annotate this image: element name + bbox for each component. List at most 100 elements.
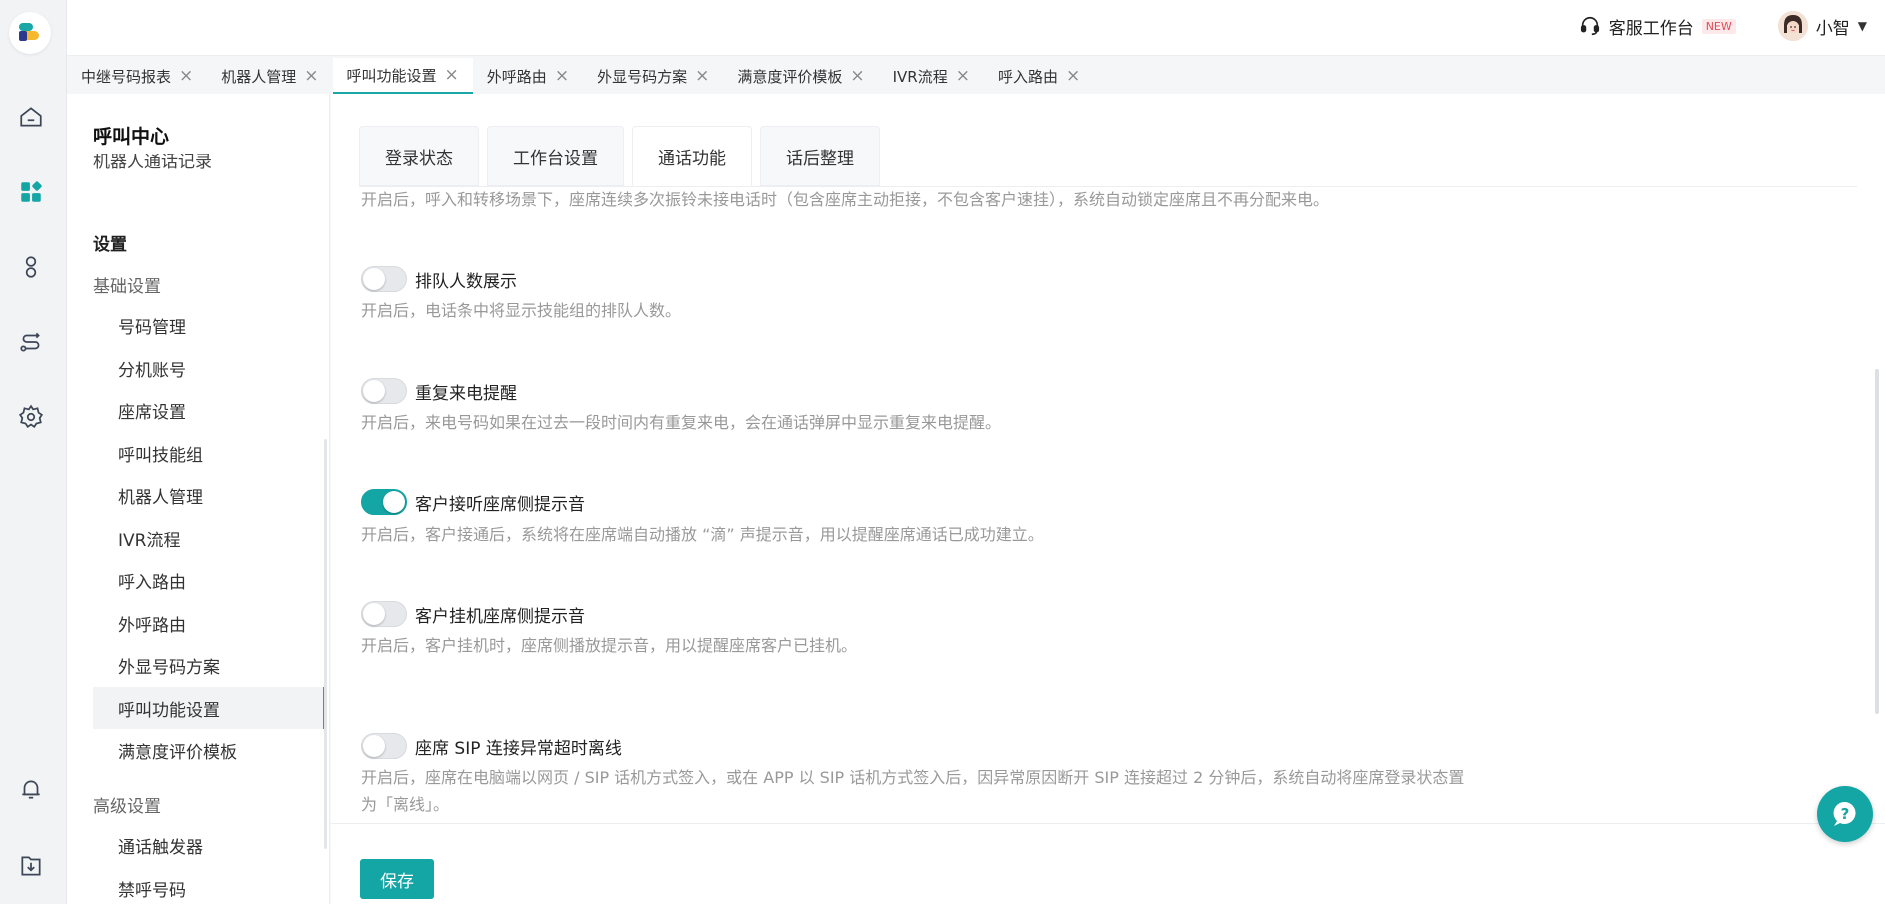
sidebar-group-settings: 设置 [93, 235, 127, 255]
icon-rail [0, 0, 67, 904]
header-actions: 客服工作台 NEW 小智 ▼ [1579, 0, 1867, 52]
sidebar-item-label: 呼叫功能设置 [118, 700, 220, 721]
routing-icon[interactable] [16, 327, 46, 357]
content-scrollbar[interactable] [1875, 369, 1879, 714]
page-tabs: 中继号码报表 × 机器人管理 × 呼叫功能设置 × 外呼路由 × 外显号码方案 × 满意度… [67, 58, 1885, 94]
tab-outbound-routing[interactable]: 外呼路由 × [473, 58, 583, 94]
tab-label: IVR流程 [892, 67, 948, 86]
sidebar-item-agent-settings[interactable]: 座席设置 [93, 389, 325, 431]
sidebar-item-label: 机器人通话记录 [93, 154, 212, 172]
tab-ivr-flow[interactable]: IVR流程 × [879, 58, 984, 94]
sidebar-item-robot-call-records[interactable]: 机器人通话记录 [93, 154, 325, 172]
close-icon[interactable]: × [179, 66, 193, 86]
user-menu[interactable]: 小智 ▼ [1777, 11, 1867, 41]
new-badge: NEW [1701, 18, 1736, 34]
close-icon[interactable]: × [304, 66, 318, 86]
app-logo[interactable] [9, 12, 51, 54]
contacts-icon[interactable] [16, 252, 46, 282]
sidebar-item-label: 呼叫技能组 [118, 445, 203, 466]
close-icon[interactable]: × [956, 66, 970, 86]
sidebar-item-satisfaction-template[interactable]: 满意度评价模板 [93, 729, 325, 771]
tab-label: 中继号码报表 [81, 67, 172, 86]
tab-label: 满意度评价模板 [737, 67, 843, 86]
sidebar-item-call-triggers[interactable]: 通话触发器 [93, 824, 325, 866]
logo-icon [19, 23, 39, 41]
settings-subtabs: 登录状态 工作台设置 通话功能 话后整理 [359, 126, 880, 186]
tab-label: 外显号码方案 [597, 67, 688, 86]
sidebar-item-label: 分机账号 [118, 360, 186, 381]
sidebar-item-blocked-numbers[interactable]: 禁呼号码 [93, 867, 325, 904]
subtab-label: 通话功能 [658, 148, 726, 169]
sidebar-item-ivr-flow[interactable]: IVR流程 [93, 517, 325, 559]
tab-caller-id-plan[interactable]: 外显号码方案 × [583, 58, 723, 94]
setting-description: 开启后，座席在电脑端以网页 / SIP 话机方式签入，或在 APP 以 SIP … [361, 768, 1465, 787]
tab-inbound-routing[interactable]: 呼入路由 × [984, 58, 1094, 94]
sidebar-item-label: 机器人管理 [118, 487, 203, 508]
setting-label: 客户接听座席侧提示音 [415, 495, 585, 515]
home-icon[interactable] [16, 102, 46, 132]
service-desk-link[interactable]: 客服工作台 NEW [1579, 14, 1736, 39]
toggle-knob [363, 268, 385, 290]
sidebar-item-label: 座席设置 [118, 402, 186, 423]
sidebar-item-robot-management[interactable]: 机器人管理 [93, 474, 325, 516]
save-button[interactable]: 保存 [360, 859, 434, 899]
subtab-label: 工作台设置 [513, 148, 598, 169]
close-icon[interactable]: × [695, 66, 709, 86]
sidebar-item-inbound-routing[interactable]: 呼入路由 [93, 559, 325, 601]
close-icon[interactable]: × [445, 65, 459, 85]
sidebar-item-skill-groups[interactable]: 呼叫技能组 [93, 432, 325, 474]
setting-description-continued: 为「离线」。 [361, 795, 450, 814]
sidebar-item-number-management[interactable]: 号码管理 [93, 304, 325, 346]
tab-robot-management[interactable]: 机器人管理 × [207, 58, 332, 94]
toggle-knob [363, 603, 385, 625]
svg-text:?: ? [1841, 805, 1850, 823]
help-chat-button[interactable]: ? [1817, 786, 1873, 842]
sidebar-item-label: 号码管理 [118, 317, 186, 338]
tab-label: 外呼路由 [486, 67, 547, 86]
toggle-knob [363, 735, 385, 757]
sidebar-title: 呼叫中心 [93, 126, 170, 148]
setting-label: 座席 SIP 连接异常超时离线 [415, 739, 622, 759]
subtab-login-status[interactable]: 登录状态 [359, 126, 479, 186]
subtab-label: 登录状态 [385, 148, 453, 169]
setting-description: 开启后，电话条中将显示技能组的排队人数。 [361, 301, 682, 320]
tab-call-function-settings[interactable]: 呼叫功能设置 × [332, 58, 473, 94]
close-icon[interactable]: × [850, 66, 864, 86]
subtab-call-functions[interactable]: 通话功能 [632, 126, 752, 186]
close-icon[interactable]: × [1066, 66, 1080, 86]
hangup-tone-toggle[interactable] [361, 601, 407, 627]
tab-trunk-report[interactable]: 中继号码报表 × [67, 58, 207, 94]
queue-count-toggle[interactable] [361, 266, 407, 292]
settings-gear-icon[interactable] [16, 402, 46, 432]
setting-label: 重复来电提醒 [415, 384, 517, 404]
settings-sidebar: 呼叫中心 机器人通话记录 设置 基础设置 号码管理 分机账号 座席设置 呼叫技能… [67, 94, 330, 904]
sip-timeout-offline-toggle[interactable] [361, 733, 407, 759]
sidebar-subgroup-advanced: 高级设置 [93, 797, 161, 817]
sidebar-item-label: 通话触发器 [118, 837, 203, 858]
sidebar-item-label: IVR流程 [118, 530, 181, 551]
close-icon[interactable]: × [555, 66, 569, 86]
sidebar-item-label: 禁呼号码 [118, 880, 186, 901]
repeat-call-reminder-toggle[interactable] [361, 378, 407, 404]
apps-icon[interactable] [16, 177, 46, 207]
headset-icon [1580, 16, 1599, 36]
sidebar-item-label: 满意度评价模板 [118, 742, 237, 763]
help-question-icon: ? [1833, 801, 1856, 826]
subtab-workbench-settings[interactable]: 工作台设置 [487, 126, 624, 186]
sidebar-item-outbound-routing[interactable]: 外呼路由 [93, 602, 325, 644]
setting-label: 客户挂机座席侧提示音 [415, 607, 585, 627]
sidebar-item-label: 呼入路由 [118, 572, 186, 593]
avatar [1777, 11, 1808, 41]
bell-icon[interactable] [16, 774, 46, 804]
subtab-after-call-work[interactable]: 话后整理 [760, 126, 880, 186]
tab-satisfaction-template[interactable]: 满意度评价模板 × [723, 58, 878, 94]
sidebar-scrollbar[interactable] [324, 439, 327, 849]
main-content: 登录状态 工作台设置 通话功能 话后整理 开启后，呼入和转移场景下，座席连续多次… [331, 94, 1885, 904]
sidebar-item-caller-id-plan[interactable]: 外显号码方案 [93, 644, 325, 686]
download-icon[interactable] [16, 851, 46, 881]
answer-tone-toggle[interactable] [361, 489, 407, 515]
sidebar-item-extension-accounts[interactable]: 分机账号 [93, 347, 325, 389]
tab-label: 呼叫功能设置 [346, 66, 437, 85]
sidebar-item-label: 外显号码方案 [118, 657, 220, 678]
sidebar-item-call-function-settings[interactable]: 呼叫功能设置 [93, 687, 325, 729]
